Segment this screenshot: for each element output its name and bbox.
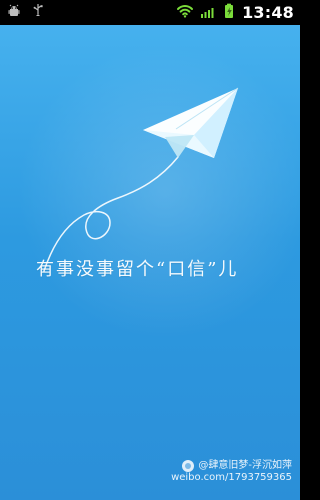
status-left-icons [6, 3, 46, 23]
usb-icon [30, 3, 46, 23]
signal-icon [200, 3, 216, 23]
wifi-icon [176, 3, 194, 23]
android-icon [6, 3, 22, 23]
tagline: 有事没事留个“口信”儿 [36, 259, 239, 280]
watermark-row-1: @肆意旧梦-浮沉如萍 [171, 460, 292, 472]
battery-charging-icon [222, 3, 236, 23]
watermark-url: weibo.com/1793759365 [171, 472, 292, 483]
watermark-handle: @肆意旧梦-浮沉如萍 [198, 460, 292, 471]
watermark: @肆意旧梦-浮沉如萍 weibo.com/1793759365 [171, 460, 292, 484]
weibo-logo-icon [182, 460, 195, 472]
splash-screen: 有事没事留个“口信”儿 @肆意旧梦-浮沉如萍 weibo.com/1793759… [0, 25, 300, 500]
status-time: 13:48 [242, 3, 294, 22]
status-bar: 13:48 [0, 0, 300, 25]
status-right-icons: 13:48 [176, 3, 294, 23]
app-screen: 13:48 有事没事留个“口信”儿 @肆意旧梦-浮沉如萍 weibo.com/1… [0, 0, 300, 500]
